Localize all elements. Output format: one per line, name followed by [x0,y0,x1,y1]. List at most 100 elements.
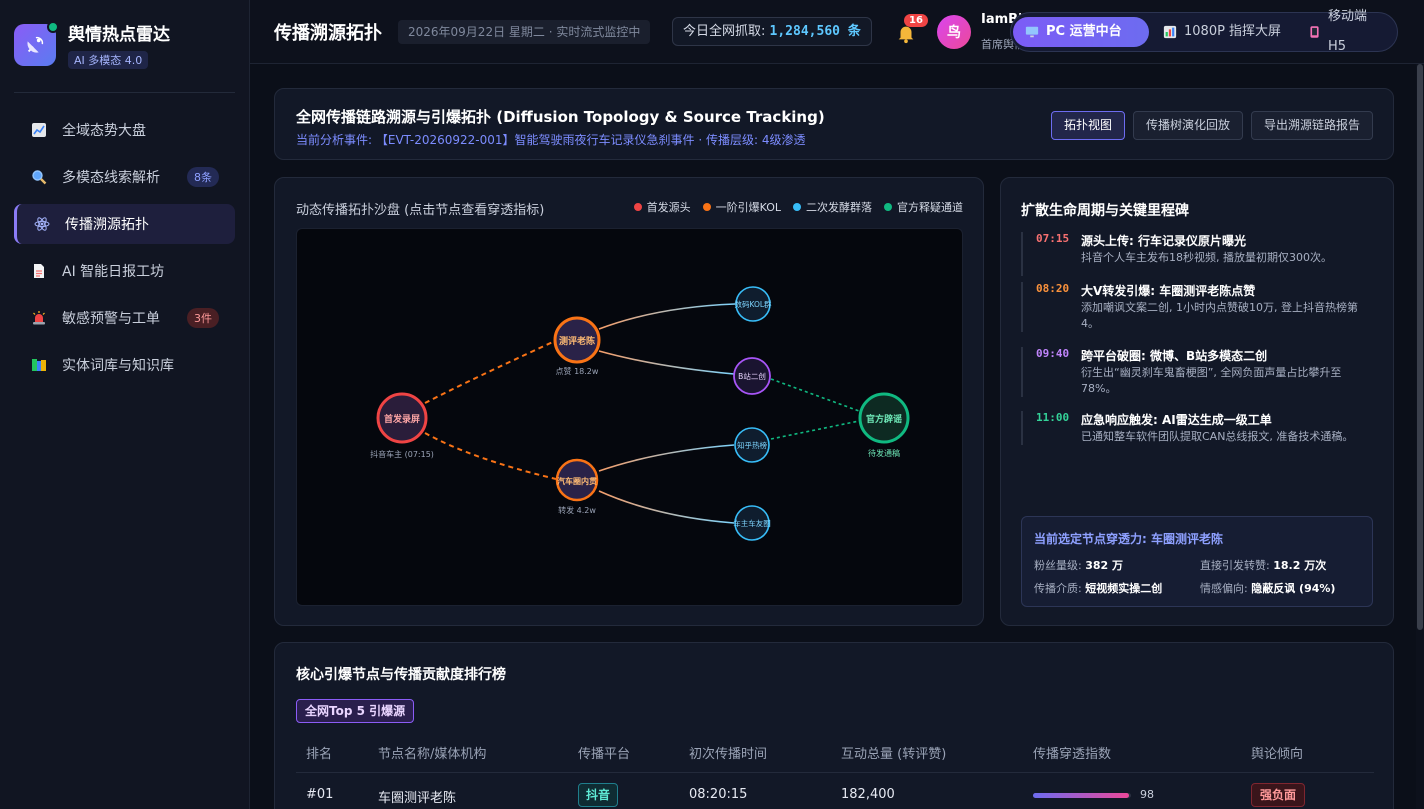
main-scrollbar[interactable] [1416,64,1424,809]
column-header[interactable]: 传播平台 [578,743,630,762]
medium-stat: 传播介质: 短视频实操二创 [1034,582,1163,595]
milestone-item[interactable]: 11:00 应急响应触发: AI雷达生成一级工单 已通知整车软件团队提取CAN总… [1021,411,1375,445]
ranking-card: 核心引爆节点与传播贡献度排行榜 全网Top 5 引爆源 排名 节点名称/媒体机构… [274,642,1394,809]
avatar[interactable]: 鸟 [937,15,971,49]
ranking-title: 核心引爆节点与传播贡献度排行榜 [296,667,506,683]
edge-kol1-g1 [598,303,736,330]
node-name-cell: 车圈测评老陈 [378,791,457,806]
topology-title: 动态传播拓扑沙盘 (点击节点查看穿透指标) [296,203,545,218]
node-group-1[interactable]: 数码KOL群 [734,286,772,322]
milestone-title: 源头上传: 行车记录仪原片曝光 [1081,234,1246,248]
topology-legend: 首发源头 一阶引爆KOL 二次发酵群落 官方释疑通道 [633,199,963,215]
sidebar-item-label: 传播溯源拓扑 [65,217,149,233]
legend-item: 首发源头 [633,199,691,215]
event-header-card: 全网传播链路溯源与引爆拓扑 (Diffusion Topology & Sour… [274,88,1394,160]
column-header[interactable]: 节点名称/媒体机构 [378,743,486,762]
column-header[interactable]: 互动总量 (转评赞) [841,743,946,762]
brand[interactable]: 舆情热点雷达 AI 多模态 4.0 [14,20,170,69]
event-card-title: 全网传播链路溯源与引爆拓扑 (Diffusion Topology & Sour… [296,108,825,126]
switch-pc-label: PC 运营中台 [1046,24,1122,39]
topology-view-button[interactable]: 拓扑视图 [1051,111,1126,140]
document-icon [30,262,48,280]
legend-item: 官方释疑通道 [884,199,963,215]
reposts-stat: 直接引发转赞: 18.2 万次 [1200,559,1327,572]
milestone-title: 应急响应触发: AI雷达生成一级工单 [1081,413,1272,427]
milestone-desc: 已通知整车软件团队提取CAN总线报文, 准备技术通稿。 [1081,430,1354,443]
svg-text:车主车友圈: 车主车友圈 [733,518,771,528]
milestone-item[interactable]: 07:15 源头上传: 行车记录仪原片曝光 抖音个人车主发布18秒视频, 播放量… [1021,232,1375,276]
scrollbar-thumb[interactable] [1417,64,1423,630]
sidebar-item-overview[interactable]: 全域态势大盘 [14,110,235,150]
top5-tag[interactable]: 全网Top 5 引爆源 [296,699,415,723]
sidebar: 舆情热点雷达 AI 多模态 4.0 全域态势大盘 多模态线索解析 8条 传播溯源… [0,0,250,809]
column-header[interactable]: 舆论倾向 [1251,743,1303,762]
milestone-title: 大V转发引爆: 车圈测评老陈点赞 [1081,284,1256,298]
node-group-2[interactable]: B站二创 [733,357,771,395]
column-header[interactable]: 传播穿透指数 [1033,743,1111,762]
node-group-3[interactable]: 知乎热榜 [734,427,770,463]
sidebar-item-ai-daily[interactable]: AI 智能日报工坊 [14,251,235,291]
sidebar-item-label: 敏感预警与工单 [62,311,160,327]
brand-title: 舆情热点雷达 [68,25,170,45]
clue-count-badge: 8条 [187,167,219,187]
node-kol-1[interactable]: 测评老陈 点赞 18.2w [553,316,601,376]
svg-text:官方辟谣: 官方辟谣 [866,413,902,425]
bar-chart-icon [1163,25,1177,39]
milestone-desc: 添加嘲讽文案二创, 1小时内点赞破10万, 登上抖音热榜第4。 [1081,301,1358,330]
node-kol-2[interactable]: 汽车圈内贯 转发 4.2w [555,458,599,515]
switch-bigscreen-label: 1080P 指挥大屏 [1184,24,1282,39]
sentiment-badge: 强负面 [1251,783,1306,807]
siren-icon [30,309,48,327]
date-status: 2026年09月22日 星期二 · 实时流式监控中 [398,20,651,44]
switch-mobile-label: 移动端 H5 [1328,9,1368,54]
lifecycle-card: 扩散生命周期与关键里程碑 07:15 源头上传: 行车记录仪原片曝光 抖音个人车… [1000,177,1394,626]
node-official[interactable]: 官方辟谣 待发通稿 [858,392,910,458]
satellite-dish-icon [27,36,44,53]
topology-canvas[interactable]: 首发录屏 抖音车主 (07:15) 测评老陈 点赞 18.2w 汽车圈内贯 转发… [296,228,963,606]
penetration-score: 98 [1140,788,1154,801]
interactions-cell: 182,400 [841,787,895,802]
replay-button[interactable]: 传播树演化回放 [1133,111,1244,140]
fans-stat: 粉丝量级: 382 万 [1034,559,1124,572]
edge-kol2-g3 [598,444,735,472]
milestone-time: 08:20 [1036,282,1070,295]
page-title: 传播溯源拓扑 [274,23,382,44]
milestone-item[interactable]: 08:20 大V转发引爆: 车圈测评老陈点赞 添加嘲讽文案二创, 1小时内点赞破… [1021,282,1375,332]
node-group-4[interactable]: 车主车友圈 [733,505,771,541]
edge-g3-official [770,420,860,440]
sidebar-nav: 全域态势大盘 多模态线索解析 8条 传播溯源拓扑 AI 智能日报工坊 敏感预警与… [14,110,235,392]
penetration-bar [1033,793,1131,798]
table-divider [296,772,1374,773]
platform-badge: 抖音 [578,783,619,807]
node-source[interactable]: 首发录屏 抖音车主 (07:15) [370,392,434,459]
switch-mobile[interactable]: 移动端 H5 [1296,9,1397,54]
view-switcher: PC 运营中台 1080P 指挥大屏 移动端 H5 [1010,9,1398,54]
node-detail-title: 当前选定节点穿透力: 车圈测评老陈 [1034,532,1223,546]
legend-item: 二次发酵群落 [793,199,872,215]
milestone-item[interactable]: 09:40 跨平台破圈: 微博、B站多模态二创 衍生出“幽灵刹车鬼畜梗图”, 全… [1021,347,1375,397]
column-header[interactable]: 初次传播时间 [689,743,767,762]
export-report-button[interactable]: 导出溯源链路报告 [1251,111,1374,140]
sidebar-item-knowledge[interactable]: 实体词库与知识库 [14,345,235,385]
alert-count-badge: 3件 [187,308,219,328]
sidebar-item-multimodal[interactable]: 多模态线索解析 8条 [14,157,235,197]
sidebar-item-alerts[interactable]: 敏感预警与工单 3件 [14,298,235,338]
version-badge: AI 多模态 4.0 [68,51,149,69]
sidebar-item-topology[interactable]: 传播溯源拓扑 [14,204,235,244]
top-header: 传播溯源拓扑 2026年09月22日 星期二 · 实时流式监控中 今日全网抓取:… [250,0,1424,64]
svg-text:首发录屏: 首发录屏 [384,413,420,425]
node-detail-panel: 当前选定节点穿透力: 车圈测评老陈 粉丝量级: 382 万 直接引发转赞: 18… [1021,516,1373,607]
penetration-bar-fill [1033,793,1130,798]
column-header[interactable]: 排名 [306,743,332,762]
notification-count-badge: 16 [904,14,928,27]
crawl-count: 今日全网抓取: 1,284,560 条 [672,17,872,46]
milestone-desc: 抖音个人车主发布18秒视频, 播放量初期仅300次。 [1081,251,1332,264]
svg-text:知乎热榜: 知乎热榜 [737,440,767,450]
app-root: 舆情热点雷达 AI 多模态 4.0 全域态势大盘 多模态线索解析 8条 传播溯源… [0,0,1424,809]
switch-bigscreen[interactable]: 1080P 指挥大屏 [1151,17,1293,47]
atom-icon [33,215,51,233]
edge-g2-official [770,378,860,412]
legend-item: 一阶引爆KOL [702,199,781,215]
milestone-time: 09:40 [1036,347,1070,360]
switch-pc[interactable]: PC 运营中台 [1013,17,1149,47]
